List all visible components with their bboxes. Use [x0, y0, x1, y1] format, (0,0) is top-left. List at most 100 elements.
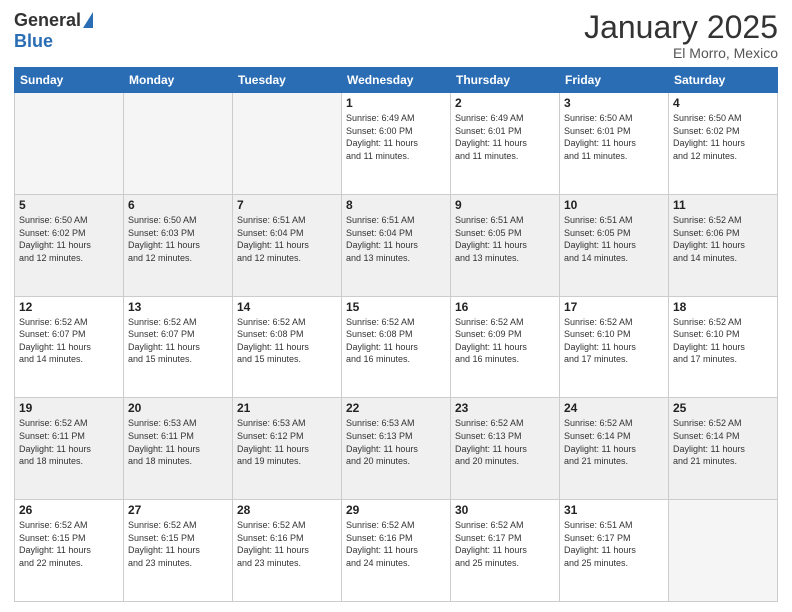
table-row: 19 Sunrise: 6:52 AM Sunset: 6:11 PM Dayli…: [15, 398, 124, 500]
day-info: Sunrise: 6:51 AM Sunset: 6:04 PM Dayligh…: [346, 214, 446, 264]
day-number: 15: [346, 300, 446, 314]
day-number: 22: [346, 401, 446, 415]
day-number: 28: [237, 503, 337, 517]
day-info: Sunrise: 6:52 AM Sunset: 6:09 PM Dayligh…: [455, 316, 555, 366]
day-number: 3: [564, 96, 664, 110]
table-row: 8Sunrise: 6:51 AM Sunset: 6:04 PM Daylig…: [342, 194, 451, 296]
day-info: Sunrise: 6:51 AM Sunset: 6:05 PM Dayligh…: [455, 214, 555, 264]
day-info: Sunrise: 6:51 AM Sunset: 6:17 PM Dayligh…: [564, 519, 664, 569]
header: General Blue January 2025 El Morro, Mexi…: [14, 10, 778, 61]
day-number: 27: [128, 503, 228, 517]
day-number: 11: [673, 198, 773, 212]
day-info: Sunrise: 6:52 AM Sunset: 6:07 PM Dayligh…: [128, 316, 228, 366]
table-row: 9 Sunrise: 6:51 AM Sunset: 6:05 PM Daylig…: [451, 194, 560, 296]
day-number: 31: [564, 503, 664, 517]
calendar-table: Sunday Monday Tuesday Wednesday Thursday…: [14, 67, 778, 602]
calendar-week-row: 26 Sunrise: 6:52 AM Sunset: 6:15 PM Dayli…: [15, 500, 778, 602]
day-number: 21: [237, 401, 337, 415]
day-number: 14: [237, 300, 337, 314]
table-row: [124, 93, 233, 195]
day-info: Sunrise: 6:52 AM Sunset: 6:10 PM Dayligh…: [564, 316, 664, 366]
day-number: 26: [19, 503, 119, 517]
day-info: Sunrise: 6:52 AM Sunset: 6:08 PM Dayligh…: [346, 316, 446, 366]
day-info: Sunrise: 6:52 AM Sunset: 6:08 PM Dayligh…: [237, 316, 337, 366]
table-row: 21Sunrise: 6:53 AM Sunset: 6:12 PM Dayli…: [233, 398, 342, 500]
table-row: 13 Sunrise: 6:52 AM Sunset: 6:07 PM Dayli…: [124, 296, 233, 398]
day-info: Sunrise: 6:53 AM Sunset: 6:13 PM Dayligh…: [346, 417, 446, 467]
col-wednesday: Wednesday: [342, 68, 451, 93]
logo-triangle-icon: [83, 12, 93, 28]
day-number: 1: [346, 96, 446, 110]
table-row: [15, 93, 124, 195]
day-info: Sunrise: 6:52 AM Sunset: 6:16 PM Dayligh…: [237, 519, 337, 569]
table-row: [233, 93, 342, 195]
col-friday: Friday: [560, 68, 669, 93]
day-info: Sunrise: 6:51 AM Sunset: 6:04 PM Dayligh…: [237, 214, 337, 264]
table-row: 6 Sunrise: 6:50 AM Sunset: 6:03 PM Daylig…: [124, 194, 233, 296]
day-number: 18: [673, 300, 773, 314]
table-row: 10Sunrise: 6:51 AM Sunset: 6:05 PM Dayli…: [560, 194, 669, 296]
table-row: 11 Sunrise: 6:52 AM Sunset: 6:06 PM Dayli…: [669, 194, 778, 296]
table-row: 22 Sunrise: 6:53 AM Sunset: 6:13 PM Dayli…: [342, 398, 451, 500]
calendar-week-row: 12 Sunrise: 6:52 AM Sunset: 6:07 PM Dayli…: [15, 296, 778, 398]
day-info: Sunrise: 6:52 AM Sunset: 6:07 PM Dayligh…: [19, 316, 119, 366]
day-info: Sunrise: 6:52 AM Sunset: 6:14 PM Dayligh…: [564, 417, 664, 467]
calendar-header-row: Sunday Monday Tuesday Wednesday Thursday…: [15, 68, 778, 93]
col-saturday: Saturday: [669, 68, 778, 93]
logo-general-text: General: [14, 10, 81, 31]
day-number: 16: [455, 300, 555, 314]
table-row: 16 Sunrise: 6:52 AM Sunset: 6:09 PM Dayli…: [451, 296, 560, 398]
day-number: 7: [237, 198, 337, 212]
day-info: Sunrise: 6:49 AM Sunset: 6:01 PM Dayligh…: [455, 112, 555, 162]
location: El Morro, Mexico: [584, 45, 778, 61]
table-row: 3 Sunrise: 6:50 AM Sunset: 6:01 PM Daylig…: [560, 93, 669, 195]
day-info: Sunrise: 6:50 AM Sunset: 6:01 PM Dayligh…: [564, 112, 664, 162]
day-info: Sunrise: 6:52 AM Sunset: 6:15 PM Dayligh…: [19, 519, 119, 569]
table-row: 4Sunrise: 6:50 AM Sunset: 6:02 PM Daylig…: [669, 93, 778, 195]
day-number: 25: [673, 401, 773, 415]
day-info: Sunrise: 6:49 AM Sunset: 6:00 PM Dayligh…: [346, 112, 446, 162]
day-info: Sunrise: 6:53 AM Sunset: 6:11 PM Dayligh…: [128, 417, 228, 467]
day-number: 30: [455, 503, 555, 517]
table-row: 12 Sunrise: 6:52 AM Sunset: 6:07 PM Dayli…: [15, 296, 124, 398]
day-number: 9: [455, 198, 555, 212]
day-info: Sunrise: 6:52 AM Sunset: 6:16 PM Dayligh…: [346, 519, 446, 569]
day-info: Sunrise: 6:52 AM Sunset: 6:11 PM Dayligh…: [19, 417, 119, 467]
day-info: Sunrise: 6:50 AM Sunset: 6:03 PM Dayligh…: [128, 214, 228, 264]
table-row: 20Sunrise: 6:53 AM Sunset: 6:11 PM Dayli…: [124, 398, 233, 500]
month-title: January 2025: [584, 10, 778, 45]
table-row: 27Sunrise: 6:52 AM Sunset: 6:15 PM Dayli…: [124, 500, 233, 602]
day-number: 12: [19, 300, 119, 314]
col-tuesday: Tuesday: [233, 68, 342, 93]
day-info: Sunrise: 6:52 AM Sunset: 6:06 PM Dayligh…: [673, 214, 773, 264]
table-row: 15 Sunrise: 6:52 AM Sunset: 6:08 PM Dayli…: [342, 296, 451, 398]
day-info: Sunrise: 6:50 AM Sunset: 6:02 PM Dayligh…: [673, 112, 773, 162]
day-number: 10: [564, 198, 664, 212]
table-row: 29Sunrise: 6:52 AM Sunset: 6:16 PM Dayli…: [342, 500, 451, 602]
table-row: 31 Sunrise: 6:51 AM Sunset: 6:17 PM Dayli…: [560, 500, 669, 602]
day-number: 6: [128, 198, 228, 212]
table-row: 17Sunrise: 6:52 AM Sunset: 6:10 PM Dayli…: [560, 296, 669, 398]
table-row: 25 Sunrise: 6:52 AM Sunset: 6:14 PM Dayli…: [669, 398, 778, 500]
col-sunday: Sunday: [15, 68, 124, 93]
table-row: 14 Sunrise: 6:52 AM Sunset: 6:08 PM Dayli…: [233, 296, 342, 398]
day-number: 19: [19, 401, 119, 415]
col-monday: Monday: [124, 68, 233, 93]
day-info: Sunrise: 6:52 AM Sunset: 6:14 PM Dayligh…: [673, 417, 773, 467]
table-row: 18 Sunrise: 6:52 AM Sunset: 6:10 PM Dayli…: [669, 296, 778, 398]
table-row: 2 Sunrise: 6:49 AM Sunset: 6:01 PM Daylig…: [451, 93, 560, 195]
day-info: Sunrise: 6:50 AM Sunset: 6:02 PM Dayligh…: [19, 214, 119, 264]
col-thursday: Thursday: [451, 68, 560, 93]
table-row: 7 Sunrise: 6:51 AM Sunset: 6:04 PM Daylig…: [233, 194, 342, 296]
day-number: 13: [128, 300, 228, 314]
day-info: Sunrise: 6:52 AM Sunset: 6:10 PM Dayligh…: [673, 316, 773, 366]
table-row: 26 Sunrise: 6:52 AM Sunset: 6:15 PM Dayli…: [15, 500, 124, 602]
day-number: 2: [455, 96, 555, 110]
title-area: January 2025 El Morro, Mexico: [584, 10, 778, 61]
calendar-week-row: 19 Sunrise: 6:52 AM Sunset: 6:11 PM Dayli…: [15, 398, 778, 500]
table-row: 1 Sunrise: 6:49 AM Sunset: 6:00 PM Daylig…: [342, 93, 451, 195]
table-row: 24Sunrise: 6:52 AM Sunset: 6:14 PM Dayli…: [560, 398, 669, 500]
table-row: [669, 500, 778, 602]
day-info: Sunrise: 6:52 AM Sunset: 6:17 PM Dayligh…: [455, 519, 555, 569]
table-row: 5Sunrise: 6:50 AM Sunset: 6:02 PM Daylig…: [15, 194, 124, 296]
